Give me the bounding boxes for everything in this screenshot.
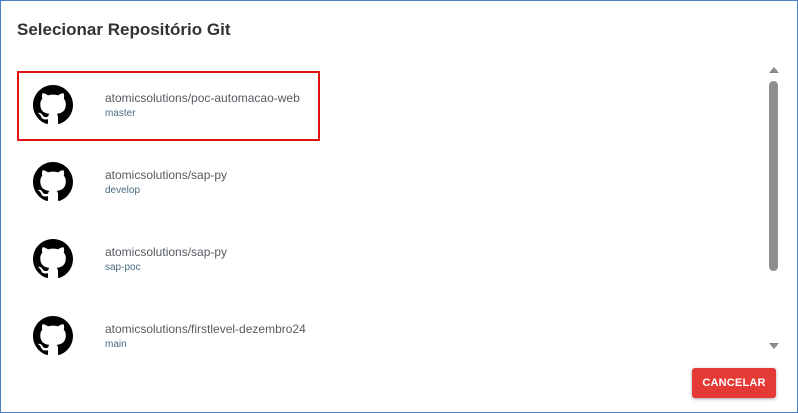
repo-list-item[interactable]: atomicsolutions/sap-py sap-poc (15, 223, 765, 300)
select-repo-dialog: Selecionar Repositório Git atomicsolutio… (0, 0, 798, 413)
repo-name: atomicsolutions/sap-py (105, 168, 228, 182)
repo-branch: master (105, 108, 136, 119)
list-scrollbar[interactable] (766, 63, 782, 353)
scrollbar-thumb[interactable] (769, 81, 778, 271)
cancel-button[interactable]: CANCELAR (692, 368, 776, 398)
repo-branch: sap-poc (105, 262, 141, 273)
repo-branch: develop (105, 185, 141, 196)
repo-list-item[interactable]: atomicsolutions/firstlevel-dezembro24 ma… (15, 300, 765, 359)
github-icon (33, 316, 73, 356)
dialog-title: Selecionar Repositório Git (17, 20, 231, 39)
github-icon (33, 85, 73, 125)
github-icon (33, 162, 73, 202)
repo-list-item[interactable]: atomicsolutions/sap-py develop (15, 146, 765, 223)
repo-branch: main (105, 339, 127, 350)
repo-list[interactable]: atomicsolutions/poc-automacao-web master… (15, 69, 765, 359)
scroll-up-arrow-icon[interactable] (769, 67, 779, 73)
scroll-down-arrow-icon[interactable] (769, 343, 779, 349)
repo-name: atomicsolutions/sap-py (105, 245, 228, 259)
repo-list-item[interactable]: atomicsolutions/poc-automacao-web master (15, 69, 765, 146)
repo-name: atomicsolutions/poc-automacao-web (105, 91, 300, 105)
github-icon (33, 239, 73, 279)
repo-name: atomicsolutions/firstlevel-dezembro24 (105, 322, 306, 336)
